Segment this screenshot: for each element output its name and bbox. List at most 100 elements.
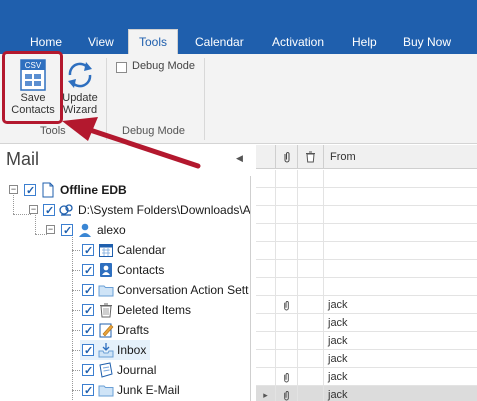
delete-cell — [298, 170, 324, 188]
attachment-cell — [276, 368, 298, 386]
attachment-cell — [276, 224, 298, 242]
collapse-toggle[interactable]: − — [9, 185, 18, 194]
tab-tools[interactable]: Tools — [128, 29, 179, 55]
table-row[interactable]: jack — [256, 368, 477, 386]
node-checkbox[interactable] — [82, 321, 94, 341]
tree-folder-drafts[interactable]: Drafts — [0, 320, 250, 341]
delete-cell — [298, 314, 324, 332]
from-cell: jack — [328, 371, 348, 383]
delete-cell — [298, 296, 324, 314]
from-cell — [324, 206, 477, 224]
tree-connector — [72, 310, 80, 311]
tab-help[interactable]: Help — [352, 33, 377, 51]
update-wizard-button[interactable]: Update Wizard — [57, 58, 103, 122]
from-cell: jack — [328, 353, 348, 365]
debug-mode-checkbox-label[interactable]: Debug Mode — [132, 60, 195, 72]
node-checkbox[interactable] — [82, 241, 94, 261]
collapse-toggle[interactable]: − — [46, 225, 55, 234]
table-row[interactable]: jack — [256, 314, 477, 332]
file-icon — [42, 182, 54, 198]
delete-cell — [298, 368, 324, 386]
node-checkbox[interactable] — [24, 181, 36, 201]
node-checkbox[interactable] — [61, 221, 73, 241]
tree-node-offline-edb[interactable]: − Offline EDB — [0, 180, 250, 201]
row-indicator — [256, 296, 276, 314]
contacts-icon — [100, 263, 112, 277]
update-wizard-label-2: Wizard — [62, 104, 98, 116]
tree-node-database[interactable]: − D:\System Folders\Downloads\A — [0, 200, 251, 221]
tree-node-alexo[interactable]: − alexo — [0, 220, 250, 241]
table-row[interactable]: ▸ jack — [256, 386, 477, 401]
from-cell — [324, 188, 477, 206]
debug-mode-checkbox[interactable] — [116, 62, 127, 73]
pane-title: Mail — [6, 149, 40, 169]
attachment-icon — [284, 390, 289, 401]
app-window: Home View Tools Calendar Activation Help… — [0, 0, 477, 401]
tab-home[interactable]: Home — [30, 33, 62, 51]
tree-folder-conversation-action-settings[interactable]: Conversation Action Sett — [0, 280, 250, 301]
row-indicator — [256, 224, 276, 242]
attachment-column-header[interactable] — [276, 145, 298, 169]
tree-connector — [72, 350, 80, 351]
node-checkbox[interactable] — [82, 261, 94, 281]
node-checkbox[interactable] — [82, 381, 94, 401]
collapse-toggle[interactable]: − — [29, 205, 38, 214]
node-checkbox[interactable] — [82, 281, 94, 301]
folder-tree: − Offline EDB − D:\System Folders\Downlo… — [0, 176, 251, 401]
node-checkbox[interactable] — [43, 201, 55, 221]
from-cell — [324, 170, 477, 188]
drafts-icon — [99, 323, 114, 338]
attachment-cell — [276, 206, 298, 224]
table-row[interactable] — [256, 278, 477, 296]
table-row[interactable] — [256, 260, 477, 278]
tree-connector — [72, 390, 80, 391]
tree-connector — [72, 370, 80, 371]
table-row[interactable]: jack — [256, 296, 477, 314]
tree-folder-journal[interactable]: Journal — [0, 360, 250, 381]
tree-folder-deleted-items[interactable]: Deleted Items — [0, 300, 250, 321]
database-icon — [59, 204, 73, 216]
attachment-cell — [276, 314, 298, 332]
trash-icon — [306, 151, 315, 163]
table-row[interactable] — [256, 170, 477, 188]
delete-cell — [298, 206, 324, 224]
message-grid: From jack jack jack jack jack ▸ jack — [256, 145, 477, 401]
delete-cell — [298, 278, 324, 296]
tab-buy-now[interactable]: Buy Now — [403, 33, 451, 51]
tree-folder-inbox-row[interactable]: Inbox — [0, 340, 250, 361]
row-indicator — [256, 278, 276, 296]
attachment-cell — [276, 296, 298, 314]
tab-calendar[interactable]: Calendar — [195, 33, 244, 51]
tab-view[interactable]: View — [88, 33, 114, 51]
table-row[interactable] — [256, 188, 477, 206]
node-checkbox[interactable] — [82, 361, 94, 381]
tree-folder-calendar[interactable]: Calendar — [0, 240, 250, 261]
tree-node-label: Contacts — [117, 263, 165, 277]
tree-node-label: D:\System Folders\Downloads\A — [78, 203, 251, 217]
save-contacts-highlight — [2, 51, 63, 124]
refresh-icon — [68, 62, 92, 88]
tree-folder-junk-email[interactable]: Junk E-Mail — [0, 380, 250, 401]
table-row[interactable] — [256, 224, 477, 242]
from-cell: jack — [328, 317, 348, 329]
collapse-pane-icon[interactable]: ◀ — [236, 153, 243, 164]
delete-cell — [298, 386, 324, 401]
node-checkbox[interactable] — [82, 341, 94, 361]
table-row[interactable] — [256, 242, 477, 260]
tree-folder-contacts[interactable]: Contacts — [0, 260, 250, 281]
node-checkbox[interactable] — [82, 301, 94, 321]
table-row[interactable] — [256, 206, 477, 224]
delete-column-header[interactable] — [298, 145, 324, 169]
table-row[interactable]: jack — [256, 332, 477, 350]
tab-activation[interactable]: Activation — [272, 33, 324, 51]
row-indicator — [256, 242, 276, 260]
mail-pane-header: Mail ◀ — [0, 145, 250, 175]
from-cell: jack — [328, 389, 348, 401]
table-row[interactable]: jack — [256, 350, 477, 368]
attachment-cell — [276, 278, 298, 296]
tools-group-label: Tools — [40, 125, 66, 137]
attachment-cell — [276, 170, 298, 188]
from-column-header[interactable]: From — [324, 145, 477, 169]
group-divider — [106, 58, 107, 140]
delete-cell — [298, 242, 324, 260]
